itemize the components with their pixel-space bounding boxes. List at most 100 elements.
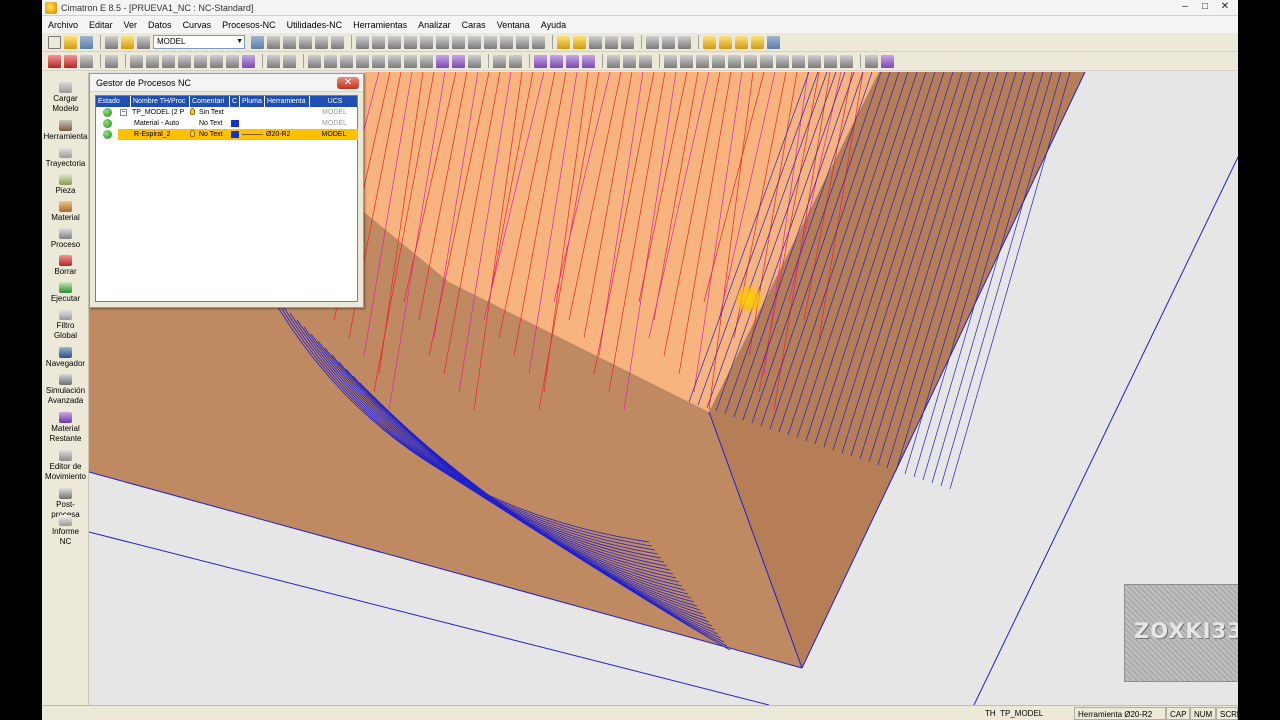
select-e-icon[interactable]: [194, 54, 207, 68]
sidebar-item-navegador[interactable]: Navegador: [42, 347, 89, 369]
select-a-icon[interactable]: [130, 54, 143, 68]
menu-utilidades-nc[interactable]: Utilidades-NC: [287, 20, 343, 30]
view-iso-icon[interactable]: [356, 35, 369, 49]
sidebar-item-trayectoria[interactable]: Trayectoria: [42, 147, 89, 169]
menu-procesos-nc[interactable]: Procesos-NC: [222, 20, 276, 30]
menu-datos[interactable]: Datos: [148, 20, 172, 30]
light-bulb-icon[interactable]: [557, 35, 570, 49]
sidebar-item-proceso[interactable]: Proceso: [42, 228, 89, 250]
column-ucs[interactable]: UCS: [310, 96, 359, 107]
close-icon[interactable]: ✕: [337, 77, 359, 89]
menu-editar[interactable]: Editar: [89, 20, 113, 30]
view-user-icon[interactable]: [468, 35, 481, 49]
select-f-icon[interactable]: [210, 54, 223, 68]
column-c[interactable]: C: [230, 96, 240, 107]
copy-icon[interactable]: [808, 54, 821, 68]
menu-curvas[interactable]: Curvas: [183, 20, 212, 30]
view-top-icon[interactable]: [372, 35, 385, 49]
menu-caras[interactable]: Caras: [462, 20, 486, 30]
snap-point-icon[interactable]: [865, 54, 878, 68]
arc-icon[interactable]: [712, 54, 725, 68]
pan-icon[interactable]: [315, 35, 328, 49]
transform-b-icon[interactable]: [623, 54, 636, 68]
curve-b-icon[interactable]: [283, 54, 296, 68]
collapse-icon[interactable]: −: [120, 109, 127, 116]
sidebar-item-borrar[interactable]: Borrar: [42, 255, 89, 277]
torus-icon[interactable]: [420, 54, 433, 68]
show-icon[interactable]: [573, 35, 586, 49]
join-icon[interactable]: [840, 54, 853, 68]
offset-icon[interactable]: [760, 54, 773, 68]
circle-icon[interactable]: [696, 54, 709, 68]
menu-archivo[interactable]: Archivo: [48, 20, 78, 30]
column-estado[interactable]: Estado: [96, 96, 131, 107]
render-shaded-icon[interactable]: [484, 35, 497, 49]
save-icon[interactable]: [80, 35, 93, 49]
snap-icon[interactable]: [678, 35, 691, 49]
select-g-icon[interactable]: [226, 54, 239, 68]
shape-b-icon[interactable]: [324, 54, 337, 68]
view-bottom-icon[interactable]: [452, 35, 465, 49]
surface-b-icon[interactable]: [452, 54, 465, 68]
menu-ventana[interactable]: Ventana: [497, 20, 530, 30]
column-comentario[interactable]: Comentari: [190, 96, 230, 107]
render-wire-icon[interactable]: [500, 35, 513, 49]
select-c-icon[interactable]: [162, 54, 175, 68]
sidebar-item-pieza[interactable]: Pieza: [42, 174, 89, 196]
zoom-window-icon[interactable]: [267, 35, 280, 49]
nc-tool-c-icon[interactable]: [735, 35, 748, 49]
sidebar-item-informe-nc[interactable]: Informe NC: [42, 515, 89, 547]
edit-a-icon[interactable]: [534, 54, 547, 68]
sidebar-item-ejecutar[interactable]: Ejecutar: [42, 282, 89, 304]
undo-icon[interactable]: [80, 54, 93, 68]
panel-title-bar[interactable]: Gestor de Procesos NC ✕: [90, 74, 363, 92]
view-back-icon[interactable]: [436, 35, 449, 49]
menu-herramientas[interactable]: Herramientas: [353, 20, 407, 30]
cancel-icon[interactable]: [64, 54, 77, 68]
shape-a-icon[interactable]: [308, 54, 321, 68]
column-herramienta[interactable]: Herramienta: [265, 96, 310, 107]
view-left-icon[interactable]: [420, 35, 433, 49]
trim-icon[interactable]: [744, 54, 757, 68]
surface-a-icon[interactable]: [436, 54, 449, 68]
select-b-icon[interactable]: [146, 54, 159, 68]
shape-c-icon[interactable]: [340, 54, 353, 68]
nc-process-manager-panel[interactable]: Gestor de Procesos NC ✕ Estado Nombre TH…: [89, 73, 364, 308]
sphere-icon[interactable]: [372, 54, 385, 68]
polyline-icon[interactable]: [680, 54, 693, 68]
menu-analizar[interactable]: Analizar: [418, 20, 451, 30]
menu-ver[interactable]: Ver: [124, 20, 138, 30]
analyze-icon[interactable]: [509, 54, 522, 68]
display-mode-icon[interactable]: [532, 35, 545, 49]
maximize-icon[interactable]: □: [1196, 1, 1214, 14]
point-icon[interactable]: [776, 54, 789, 68]
transform-c-icon[interactable]: [639, 54, 652, 68]
zoom-all-icon[interactable]: [251, 35, 264, 49]
rotate-icon[interactable]: [331, 35, 344, 49]
paint-icon[interactable]: [881, 54, 894, 68]
menu-ayuda[interactable]: Ayuda: [541, 20, 566, 30]
set-icon[interactable]: [137, 35, 150, 49]
close-icon[interactable]: ✕: [1216, 1, 1234, 14]
table-row[interactable]: Material - Auto No Text MODEL: [96, 118, 357, 129]
color-icon[interactable]: [121, 35, 134, 49]
model-select[interactable]: MODEL ▼: [153, 35, 245, 49]
nc-tool-d-icon[interactable]: [751, 35, 764, 49]
nc-tool-a-icon[interactable]: [703, 35, 716, 49]
filter-icon[interactable]: [646, 35, 659, 49]
edit-d-icon[interactable]: [582, 54, 595, 68]
render-hidden-icon[interactable]: [516, 35, 529, 49]
open-file-icon[interactable]: [64, 35, 77, 49]
sidebar-item-filtro-global[interactable]: Filtro Global: [42, 309, 89, 341]
cone-icon[interactable]: [404, 54, 417, 68]
blank-icon[interactable]: [589, 35, 602, 49]
new-file-icon[interactable]: [48, 35, 61, 49]
column-pluma[interactable]: Pluma: [240, 96, 265, 107]
nc-tool-e-icon[interactable]: [767, 35, 780, 49]
curve-a-icon[interactable]: [267, 54, 280, 68]
sidebar-item-simulacion-avanzada[interactable]: Simulación Avanzada: [42, 374, 89, 406]
spline-icon[interactable]: [728, 54, 741, 68]
table-row-selected[interactable]: R-Espiral_2 No Text ——— Ø20-R2 MODEL: [118, 129, 358, 140]
column-nombre[interactable]: Nombre TH/Proc: [131, 96, 190, 107]
nc-tool-b-icon[interactable]: [719, 35, 732, 49]
